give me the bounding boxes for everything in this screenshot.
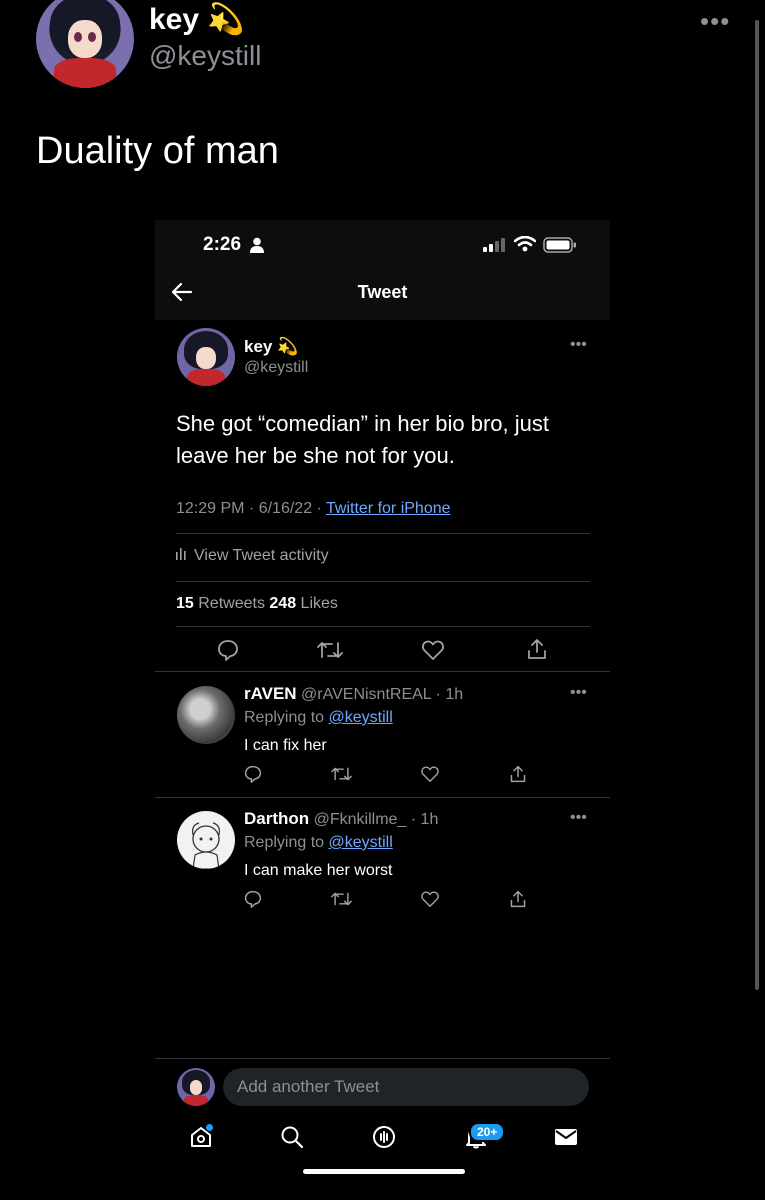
- reply-display-name[interactable]: rAVEN: [244, 684, 297, 703]
- outer-avatar[interactable]: [36, 0, 134, 88]
- reply-avatar-raven[interactable]: [177, 686, 235, 744]
- replying-to-prefix: Replying to: [244, 834, 329, 851]
- tweet-stats: 15 Retweets 248 Likes: [176, 595, 338, 613]
- reply-icon[interactable]: [217, 639, 239, 661]
- main-tweet-source-link[interactable]: Twitter for iPhone: [326, 500, 451, 517]
- embedded-screenshot: 2:26 Tweet key 💫 @keystill ••• She got “…: [155, 220, 610, 1180]
- retweet-icon[interactable]: [331, 891, 352, 907]
- wifi-icon: [514, 236, 536, 252]
- retweet-icon[interactable]: [317, 640, 343, 660]
- divider: [155, 1058, 610, 1059]
- share-icon[interactable]: [509, 890, 527, 908]
- like-icon[interactable]: [422, 640, 444, 660]
- replying-to-prefix: Replying to: [244, 709, 329, 726]
- retweet-icon[interactable]: [331, 766, 352, 782]
- reply-more-icon[interactable]: •••: [570, 809, 587, 827]
- reply-header: Darthon @Fknkillme_ · 1h: [244, 809, 438, 829]
- likes-label[interactable]: Likes: [296, 595, 338, 612]
- replying-to-link[interactable]: @keystill: [329, 834, 393, 851]
- notification-badge: 20+: [469, 1122, 506, 1142]
- divider: [155, 671, 610, 672]
- reply-icon[interactable]: [244, 765, 262, 783]
- retweets-count[interactable]: 15: [176, 595, 194, 612]
- analytics-icon: [176, 548, 186, 560]
- home-indicator[interactable]: [303, 1169, 465, 1174]
- divider: [176, 581, 590, 582]
- main-tweet-timestamp: 12:29 PM · 6/16/22 ·: [176, 500, 327, 517]
- main-tweet-avatar[interactable]: [177, 328, 235, 386]
- signal-icon: [483, 238, 505, 252]
- reply-display-name[interactable]: Darthon: [244, 809, 309, 828]
- view-tweet-activity-label: View Tweet activity: [194, 547, 329, 564]
- battery-icon: [543, 237, 576, 253]
- outer-handle[interactable]: @keystill: [149, 40, 261, 72]
- reply-text: I can make her worst: [244, 862, 393, 879]
- messages-icon[interactable]: [554, 1125, 578, 1149]
- reply-text: I can fix her: [244, 737, 327, 754]
- main-tweet-more-icon[interactable]: •••: [570, 336, 587, 354]
- replying-to: Replying to @keystill: [244, 834, 393, 852]
- replying-to: Replying to @keystill: [244, 709, 393, 727]
- divider: [155, 797, 610, 798]
- main-tweet-handle[interactable]: @keystill: [244, 359, 308, 377]
- divider: [176, 533, 590, 534]
- status-time: 2:26: [203, 234, 242, 255]
- reply-avatar-darthon[interactable]: [177, 811, 235, 869]
- reply-handle[interactable]: @rAVENisntREAL · 1h: [297, 686, 463, 703]
- spaces-icon[interactable]: [372, 1125, 396, 1149]
- replying-to-link[interactable]: @keystill: [329, 709, 393, 726]
- person-icon: [250, 237, 264, 253]
- home-unread-dot: [206, 1124, 213, 1131]
- like-icon[interactable]: [421, 891, 439, 907]
- outer-display-name[interactable]: key 💫: [149, 2, 245, 37]
- share-icon[interactable]: [509, 765, 527, 783]
- nav-title: Tweet: [357, 282, 408, 302]
- search-icon[interactable]: [280, 1125, 304, 1149]
- view-tweet-activity[interactable]: View Tweet activity: [176, 546, 329, 565]
- likes-count[interactable]: 248: [269, 595, 296, 612]
- reply-more-icon[interactable]: •••: [570, 684, 587, 702]
- retweets-label[interactable]: Retweets: [194, 595, 270, 612]
- scrollbar[interactable]: [755, 20, 759, 990]
- compose-avatar: [177, 1068, 215, 1106]
- like-icon[interactable]: [421, 766, 439, 782]
- compose-reply-input[interactable]: Add another Tweet: [223, 1068, 589, 1106]
- sketch-avatar-icon: [192, 822, 220, 869]
- outer-tweet-text: Duality of man: [36, 130, 279, 172]
- main-tweet-display-name[interactable]: key 💫: [244, 337, 298, 357]
- reply-handle[interactable]: @Fknkillme_ · 1h: [309, 811, 439, 828]
- outer-more-icon[interactable]: •••: [700, 6, 730, 37]
- reply-icon[interactable]: [244, 890, 262, 908]
- reply-header: rAVEN @rAVENisntREAL · 1h: [244, 684, 463, 704]
- share-icon[interactable]: [526, 638, 548, 660]
- main-tweet-text: She got “comedian” in her bio bro, just …: [176, 411, 549, 468]
- divider: [176, 626, 590, 627]
- main-tweet-meta: 12:29 PM · 6/16/22 · Twitter for iPhone: [176, 500, 451, 518]
